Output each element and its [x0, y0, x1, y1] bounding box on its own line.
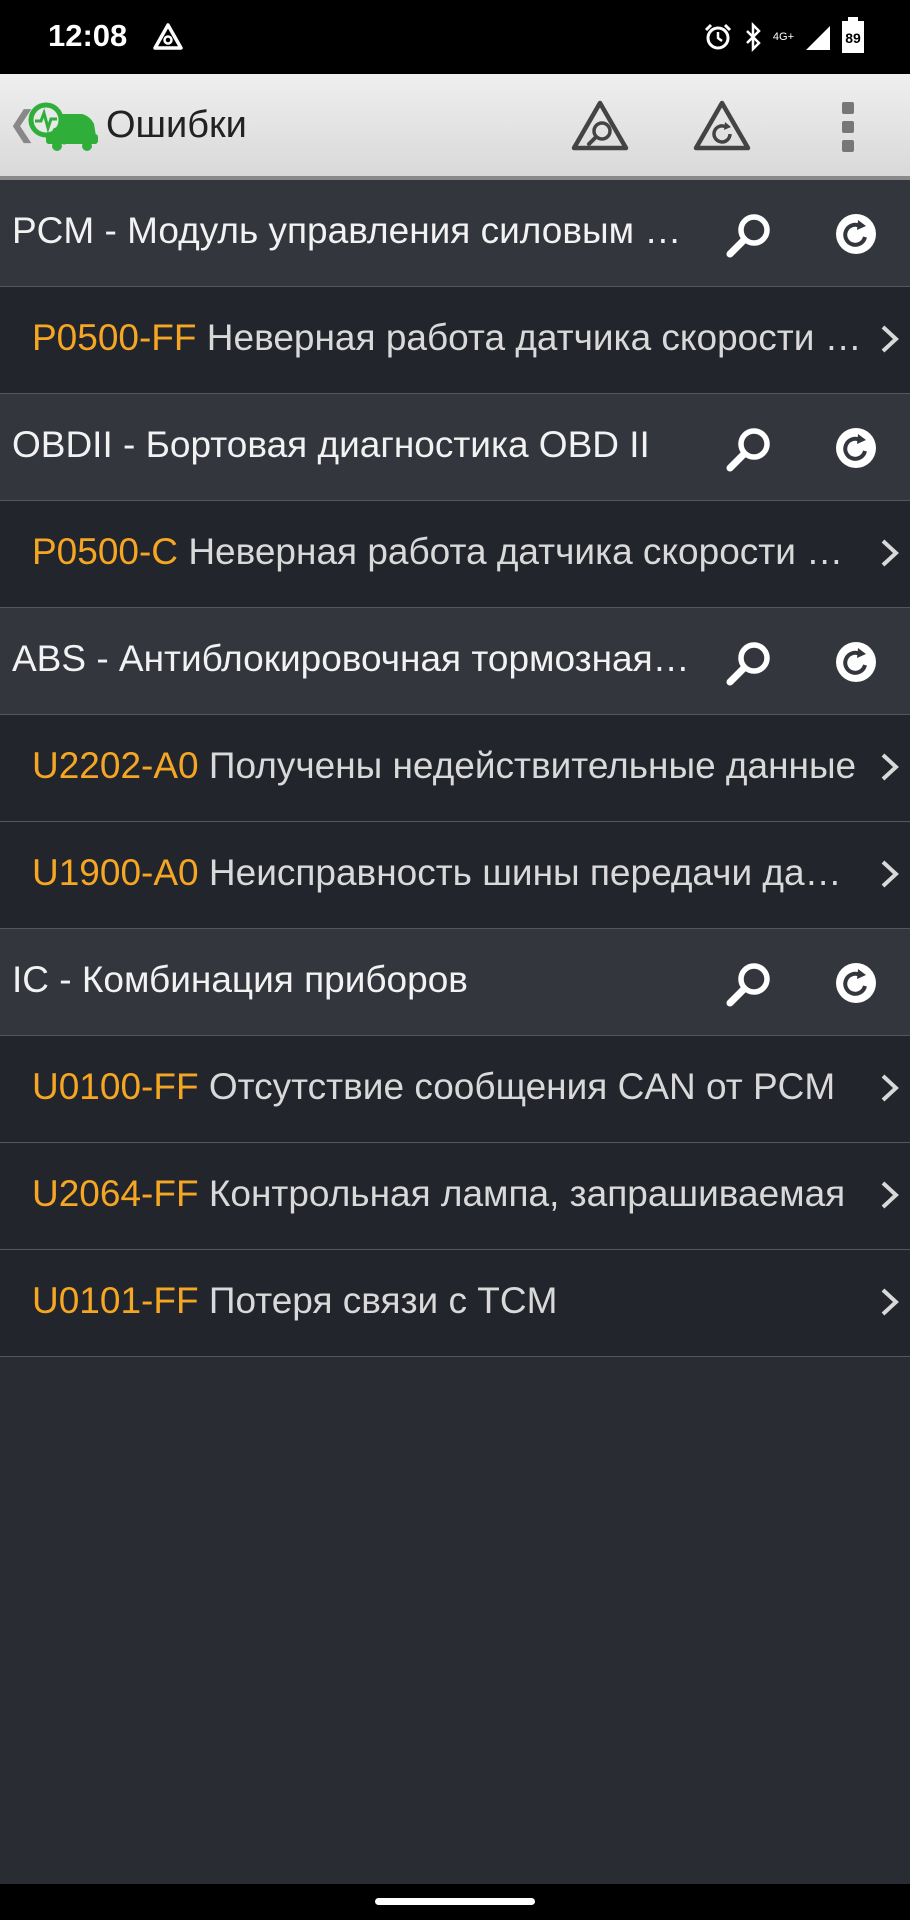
battery-icon: 89 — [842, 17, 864, 53]
module-row-pcm[interactable]: PCM - Модуль управления силовым агрегато… — [0, 180, 910, 287]
fault-code: U2064-FF — [32, 1173, 199, 1214]
refresh-icon[interactable] — [832, 210, 880, 258]
module-label: IC - Комбинация приборов — [12, 959, 468, 1000]
overflow-menu-icon[interactable] — [842, 102, 854, 152]
fault-text: P0500-C Неверная работа датчика скорости… — [32, 531, 862, 573]
status-time: 12:08 — [48, 18, 128, 53]
fault-code: P0500-C — [32, 531, 179, 572]
fault-text: U2064-FF Контрольная лампа, запрашиваема… — [32, 1173, 862, 1215]
page-title: Ошибки — [106, 104, 247, 146]
fault-description: Потеря связи с TCM — [208, 1280, 558, 1321]
fault-row[interactable]: U2064-FF Контрольная лампа, запрашиваема… — [0, 1143, 910, 1250]
fault-code: U2202-A0 — [32, 745, 199, 786]
fault-row[interactable]: U0100-FF Отсутствие сообщения CAN от PCM — [0, 1036, 910, 1143]
search-icon[interactable] — [722, 959, 778, 1009]
module-row-ic[interactable]: IC - Комбинация приборов — [0, 929, 910, 1036]
status-icons: 4G+ 89 — [703, 17, 864, 56]
fault-list: PCM - Модуль управления силовым агрегато… — [0, 180, 910, 1357]
fault-code: P0500-FF — [32, 317, 197, 358]
chevron-right-icon — [881, 753, 899, 781]
chevron-right-icon — [881, 325, 899, 353]
module-label: PCM - Модуль управления силовым агрегато… — [12, 210, 692, 251]
status-bar: 12:08 4G+ 89 — [0, 0, 910, 74]
module-row-obdii[interactable]: OBDII - Бортовая диагностика OBD II — [0, 394, 910, 501]
fault-description: Отсутствие сообщения CAN от PCM — [208, 1066, 836, 1107]
refresh-icon[interactable] — [832, 424, 880, 472]
fault-row[interactable]: P0500-C Неверная работа датчика скорости… — [0, 501, 910, 608]
fault-text: U1900-A0 Неисправность шины передачи дан… — [32, 852, 862, 894]
fault-code: U0100-FF — [32, 1066, 199, 1107]
chevron-right-icon — [881, 539, 899, 567]
home-gesture-handle[interactable] — [375, 1898, 535, 1905]
refresh-icon[interactable] — [832, 638, 880, 686]
triangle-app-icon — [153, 23, 183, 50]
chevron-right-icon — [881, 1074, 899, 1102]
module-label: ABS - Антиблокировочная тормозная систем… — [12, 638, 692, 679]
fault-description: Контрольная лампа, запрашиваемая — [208, 1173, 846, 1214]
fault-text: P0500-FF Неверная работа датчика скорост… — [32, 317, 862, 359]
refresh-icon[interactable] — [832, 959, 880, 1007]
fault-description: Неисправность шины передачи данных — [208, 852, 862, 893]
module-row-abs[interactable]: ABS - Антиблокировочная тормозная систем… — [0, 608, 910, 715]
network-type-label: 4G+ — [772, 31, 794, 43]
fault-text: U0101-FF Потеря связи с TCM — [32, 1280, 862, 1322]
triangle-search-icon[interactable] — [570, 98, 630, 154]
bluetooth-icon — [746, 22, 761, 52]
fault-description: Получены недействительные данные — [208, 745, 857, 786]
search-icon[interactable] — [722, 424, 778, 474]
battery-level: 89 — [845, 30, 861, 46]
search-icon[interactable] — [722, 210, 778, 260]
fault-text: U2202-A0 Получены недействительные данны… — [32, 745, 862, 787]
module-label: OBDII - Бортовая диагностика OBD II — [12, 424, 650, 465]
search-icon[interactable] — [722, 638, 778, 688]
fault-row[interactable]: U1900-A0 Неисправность шины передачи дан… — [0, 822, 910, 929]
fault-row[interactable]: P0500-FF Неверная работа датчика скорост… — [0, 287, 910, 394]
fault-row[interactable]: U2202-A0 Получены недействительные данны… — [0, 715, 910, 822]
navigation-bar — [0, 1884, 910, 1920]
fault-text: U0100-FF Отсутствие сообщения CAN от PCM — [32, 1066, 862, 1108]
app-bar: ❮ Ошибки — [0, 74, 910, 180]
triangle-refresh-icon[interactable] — [692, 98, 752, 154]
alarm-icon — [704, 23, 731, 50]
fault-description: Неверная работа датчика скорости автомоб… — [206, 317, 862, 358]
fault-code: U1900-A0 — [32, 852, 199, 893]
chevron-right-icon — [881, 1181, 899, 1209]
chevron-right-icon — [881, 1288, 899, 1316]
fault-description: Неверная работа датчика скорости автомоб… — [188, 531, 862, 572]
chevron-right-icon — [881, 860, 899, 888]
app-logo-icon[interactable] — [24, 96, 100, 154]
fault-code: U0101-FF — [32, 1280, 199, 1321]
signal-icon — [806, 26, 830, 50]
fault-row[interactable]: U0101-FF Потеря связи с TCM — [0, 1250, 910, 1357]
screen: 12:08 4G+ 89 ❮ Ошибки PCM - Модуль управ… — [0, 0, 910, 1920]
